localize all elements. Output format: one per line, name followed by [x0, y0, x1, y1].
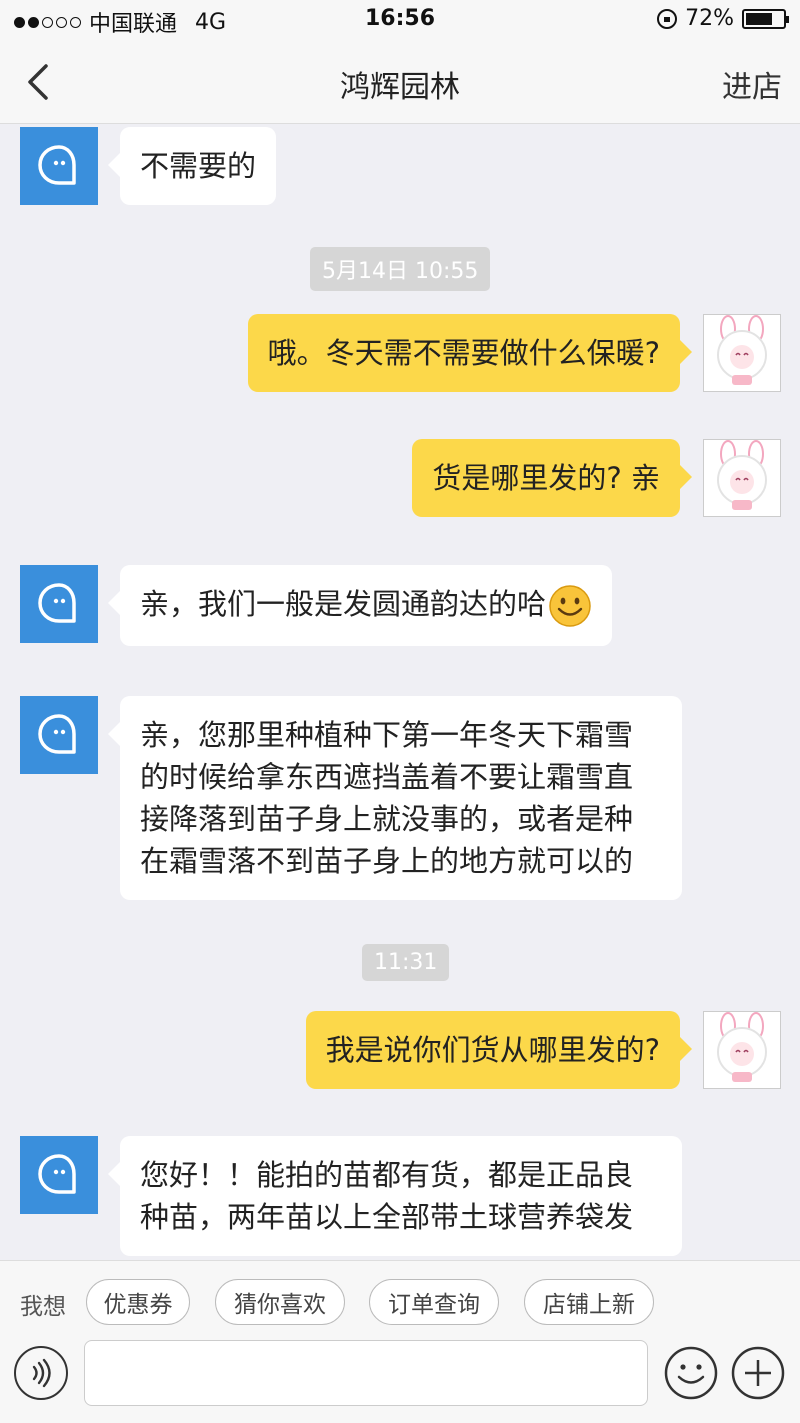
message-line: 亲，您那里种植种下第一年冬天下霜雪 [140, 718, 634, 752]
user-avatar-image [717, 315, 767, 385]
shop-avatar[interactable] [20, 127, 98, 205]
message-line: 接降落到苗子身上就没事的，或者是种 [140, 802, 634, 836]
shop-avatar[interactable] [20, 696, 98, 774]
orientation-lock-icon [657, 8, 678, 29]
message-line: 您好！！能拍的苗都有货，都是正品良 [140, 1158, 634, 1192]
shop-avatar[interactable] [20, 1136, 98, 1214]
shop-avatar[interactable] [20, 565, 98, 643]
smile-emoji-icon [549, 585, 591, 627]
message-line: 的时候给拿东西遮挡盖着不要让霜雪直 [140, 760, 634, 794]
voice-button[interactable] [14, 1346, 68, 1400]
message-bubble-shop[interactable]: 不需要的 [107, 127, 277, 205]
battery-icon [742, 8, 789, 29]
battery-percent: 72% [685, 6, 734, 31]
user-avatar[interactable] [703, 314, 781, 392]
shop-chat-icon [38, 145, 76, 185]
message-bubble-shop[interactable]: 亲，我们一般是发圆通韵达的哈 [107, 565, 613, 646]
message-bubble-shop[interactable]: 您好！！能拍的苗都有货，都是正品良 种苗，两年苗以上全部带土球营养袋发 [108, 1136, 682, 1256]
quick-chip-coupon[interactable]: 优惠券 [86, 1279, 190, 1325]
message-input[interactable] [84, 1340, 648, 1406]
quick-reply-label: 我想 [20, 1294, 66, 1320]
message-line: 种苗，两年苗以上全部带土球营养袋发 [140, 1200, 634, 1234]
message-bubble-shop[interactable]: 亲，您那里种植种下第一年冬天下霜雪 的时候给拿东西遮挡盖着不要让霜雪直 接降落到… [108, 696, 682, 900]
message-text: 亲，我们一般是发圆通韵达的哈 [140, 587, 547, 621]
nav-bar: 鸿辉园林 进店 [0, 40, 800, 124]
quick-chip-new-items[interactable]: 店铺上新 [524, 1279, 654, 1325]
user-avatar[interactable] [703, 439, 781, 517]
timestamp: 11:31 [362, 944, 450, 981]
timestamp: 5月14日 10:55 [310, 247, 491, 291]
quick-chip-order-query[interactable]: 订单查询 [369, 1279, 499, 1325]
message-bubble-user[interactable]: 我是说你们货从哪里发的? [305, 1011, 693, 1089]
message-bubble-user[interactable]: 哦。冬天需不需要做什么保暖? [247, 314, 693, 392]
smile-icon[interactable] [664, 1346, 718, 1400]
plus-icon[interactable] [731, 1346, 785, 1400]
user-avatar-image [717, 440, 767, 510]
chat-area[interactable]: 不需要的 5月14日 10:55 哦。冬天需不需要做什么保暖? 货是哪里发的? … [0, 125, 800, 1260]
status-right: 72% [657, 6, 789, 31]
voice-icon [32, 1358, 51, 1388]
message-line: 在霜雪落不到苗子身上的地方就可以的 [140, 844, 634, 878]
message-bubble-user[interactable]: 货是哪里发的? 亲 [412, 439, 692, 517]
user-avatar[interactable] [703, 1011, 781, 1089]
quick-reply-bar: 我想 优惠券 猜你喜欢 订单查询 店铺上新 [0, 1260, 800, 1342]
enter-store-button[interactable]: 进店 [722, 62, 782, 106]
input-bar [0, 1336, 800, 1423]
status-bar: 中国联通 4G 16:56 72% [0, 0, 800, 40]
shop-chat-icon [38, 714, 76, 754]
shop-chat-icon [38, 1154, 76, 1194]
user-avatar-image [717, 1012, 767, 1082]
page-title: 鸿辉园林 [340, 70, 460, 105]
battery-fill [746, 12, 772, 25]
shop-chat-icon [38, 583, 76, 623]
quick-chip-recommend[interactable]: 猜你喜欢 [215, 1279, 345, 1325]
